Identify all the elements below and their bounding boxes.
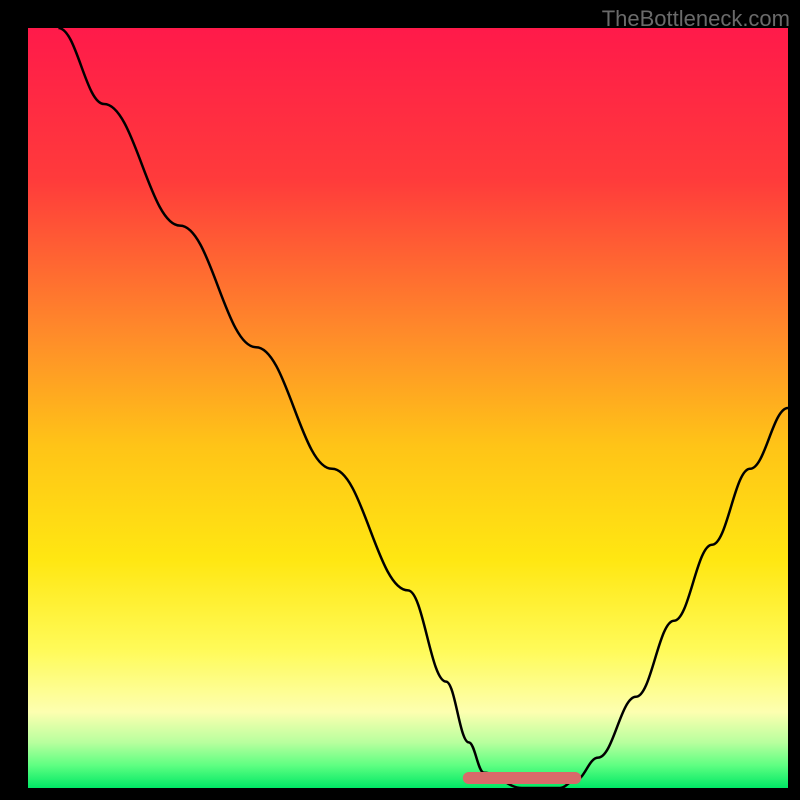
bottleneck-curve bbox=[58, 28, 788, 788]
watermark-text: TheBottleneck.com bbox=[602, 6, 790, 32]
chart-curve-layer bbox=[28, 28, 788, 788]
chart-area bbox=[28, 28, 788, 788]
